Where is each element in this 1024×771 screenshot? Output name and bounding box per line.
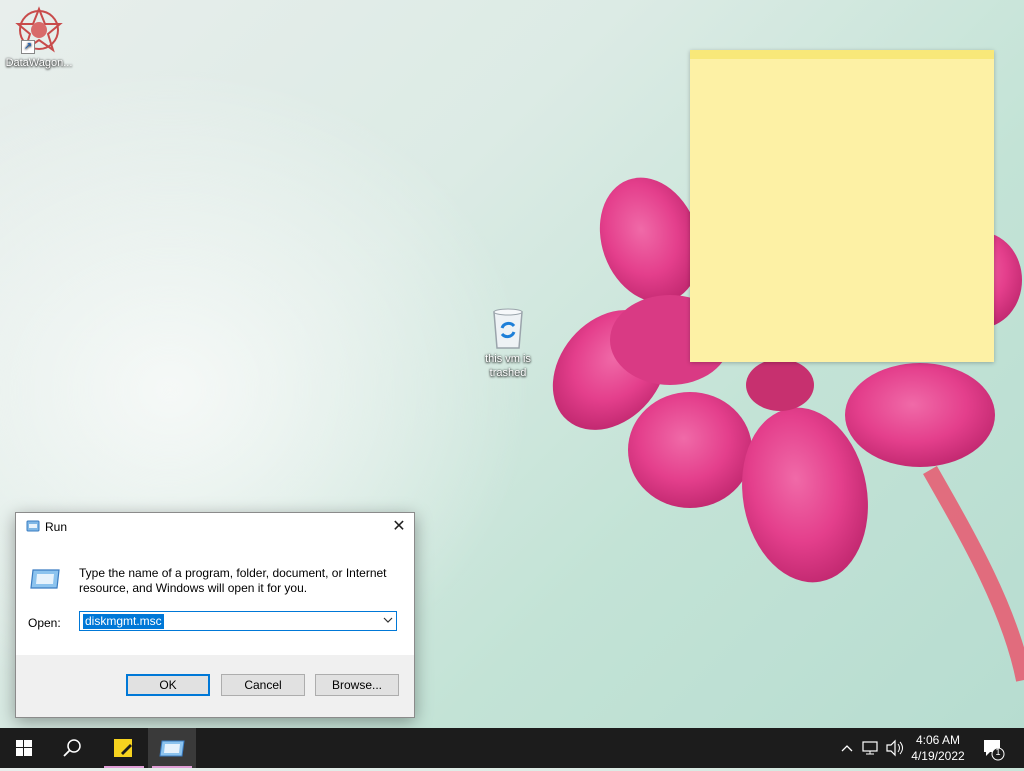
open-label: Open: (28, 616, 61, 630)
network-button[interactable] (860, 728, 882, 768)
close-icon[interactable]: ✕ (384, 513, 414, 541)
run-program-icon (29, 568, 61, 593)
open-input-value[interactable]: diskmgmt.msc (83, 614, 164, 629)
action-center-button[interactable]: 1 (978, 728, 1008, 768)
run-footer: OK Cancel Browse... (16, 655, 414, 717)
sticky-note[interactable] (690, 50, 994, 362)
windows-logo-icon (16, 740, 32, 756)
notification-count: 1 (995, 747, 1001, 757)
volume-icon (886, 739, 903, 757)
browse-button[interactable]: Browse... (315, 674, 399, 696)
taskbar: 4:06 AM 4/19/2022 1 (0, 728, 1024, 768)
taskbar-sticky-notes[interactable] (100, 728, 148, 768)
recycle-bin-icon (488, 306, 528, 350)
run-title: Run (45, 520, 68, 534)
cancel-button[interactable]: Cancel (221, 674, 305, 696)
run-dialog: Run ✕ Type the name of a program, folder… (15, 512, 415, 718)
desktop-icon-recycle-bin[interactable]: this vm is trashed (470, 306, 546, 380)
clock-date: 4/19/2022 (911, 749, 965, 763)
search-button[interactable] (48, 728, 96, 768)
taskbar-run[interactable] (148, 728, 196, 768)
notification-icon (984, 740, 1005, 761)
shortcut-arrow-icon: ↗ (21, 40, 35, 54)
open-combobox[interactable]: diskmgmt.msc (79, 611, 397, 631)
search-icon (63, 739, 81, 757)
volume-button[interactable] (884, 728, 906, 768)
run-app-icon (159, 740, 185, 757)
network-icon (862, 741, 878, 755)
desktop-icon-label: DataWagon... (5, 57, 73, 69)
sticky-notes-icon (114, 739, 132, 757)
run-body: Type the name of a program, folder, docu… (16, 541, 414, 655)
run-title-bar[interactable]: Run ✕ (16, 513, 414, 541)
chevron-up-icon (841, 745, 853, 752)
run-app-icon (26, 520, 40, 535)
show-hidden-icons-button[interactable] (838, 728, 856, 768)
start-button[interactable] (0, 728, 48, 768)
clock[interactable]: 4:06 AM 4/19/2022 (905, 732, 971, 764)
desktop-icon-label: this vm is trashed (485, 353, 531, 379)
clock-time: 4:06 AM (915, 733, 961, 747)
datawagon-app-icon: ↗ (15, 6, 63, 54)
chevron-down-icon[interactable] (382, 613, 394, 630)
run-description: Type the name of a program, folder, docu… (79, 566, 387, 595)
ok-button[interactable]: OK (126, 674, 210, 696)
desktop-icon-datawagon[interactable]: ↗ DataWagon... (1, 6, 77, 70)
